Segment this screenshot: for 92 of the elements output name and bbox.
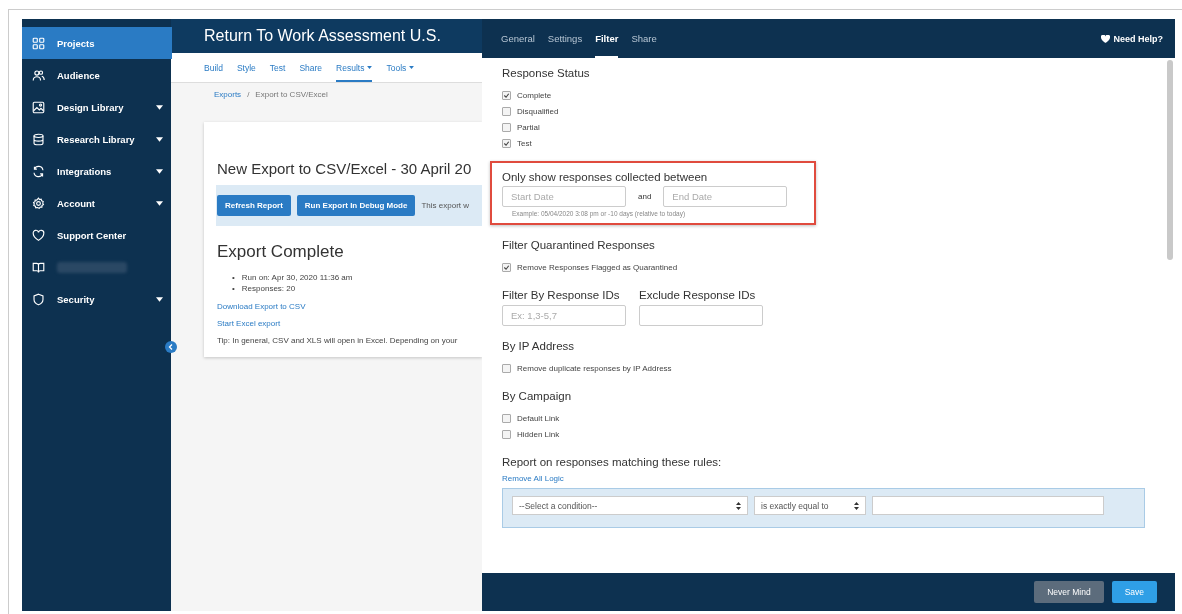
remove-logic-link[interactable]: Remove All Logic [502, 474, 1175, 483]
start-date-field[interactable]: Start Date [502, 186, 626, 207]
detail-item: Run on: Apr 30, 2020 11:36 am [241, 272, 353, 283]
section-heading: Filter Quarantined Responses [502, 239, 656, 251]
action-button[interactable]: Run Export In Debug Mode [296, 195, 416, 216]
shield-icon [32, 292, 45, 306]
checkbox[interactable] [502, 106, 511, 116]
operator-select[interactable]: is exactly equal to [754, 496, 866, 515]
status-heading: Export Complete [217, 242, 345, 262]
and-label: and [638, 192, 652, 201]
gear-icon [32, 196, 45, 210]
end-date-field[interactable]: End Date [663, 186, 788, 207]
checkbox-label: Disqualified [517, 106, 559, 116]
condition-select[interactable]: --Select a condition-- [512, 496, 748, 515]
checkbox[interactable] [502, 90, 511, 100]
sort-icon [736, 501, 741, 510]
sync-icon [32, 164, 45, 178]
panel-tab[interactable]: General [501, 19, 535, 58]
book-icon [32, 260, 45, 274]
id-field[interactable]: Ex: 1,3-5,7 [502, 305, 626, 326]
export-link[interactable]: Download Export to CSV [217, 302, 482, 311]
section-heading: Report on responses matching these rules: [502, 456, 723, 468]
export-title: New Export to CSV/Excel - 30 April 20 [217, 160, 473, 177]
nav-tab[interactable]: Share [299, 53, 323, 82]
image-icon [32, 100, 45, 114]
panel-tab[interactable]: Share [631, 19, 657, 58]
scrollbar[interactable] [1167, 60, 1173, 260]
tip-text: Tip: In general, CSV and XLS will open in Excel. Depending on your [217, 336, 459, 345]
blurred-label [57, 261, 127, 273]
checkbox[interactable] [502, 138, 511, 148]
action-button[interactable]: Refresh Report [217, 195, 291, 216]
sidebar-item[interactable]: Projects [22, 27, 172, 59]
sidebar-item[interactable]: Integrations [22, 155, 171, 187]
section-heading: By IP Address [502, 340, 576, 352]
caret-icon [156, 104, 163, 110]
nav-tab[interactable]: Test [269, 53, 286, 82]
caret-icon [156, 200, 163, 206]
help-link[interactable]: Need Help? [1101, 33, 1163, 44]
nav-tab[interactable]: Results [336, 53, 373, 82]
caret-icon [367, 66, 373, 69]
nav-tab[interactable]: Style [236, 53, 256, 82]
checkbox-label: Default Link [517, 413, 560, 423]
checkbox[interactable] [502, 413, 511, 423]
checkbox[interactable] [502, 363, 511, 373]
checkbox[interactable] [502, 429, 511, 439]
sidebar-item[interactable]: Security [22, 283, 171, 315]
detail-item: Responses: 20 [241, 283, 296, 294]
panel-tab[interactable]: Filter [595, 19, 619, 58]
nav-tab[interactable]: Build [204, 53, 223, 82]
cancel-button[interactable]: Never Mind [1034, 581, 1104, 603]
save-button[interactable]: Save [1111, 581, 1157, 603]
checkbox[interactable] [502, 262, 511, 272]
caret-icon [409, 66, 415, 69]
section-heading: Response Status [502, 67, 591, 79]
export-link[interactable]: Start Excel export [217, 319, 482, 328]
section-heading: Only show responses collected between [502, 171, 709, 183]
caret-icon [156, 136, 163, 142]
heart-icon [1101, 34, 1111, 43]
caret-icon [156, 296, 163, 302]
breadcrumb-text: Export to CSV/Excel [255, 90, 328, 101]
heart-icon [32, 228, 45, 242]
sidebar-item[interactable]: Support Center [22, 219, 171, 251]
collapse-icon[interactable] [165, 341, 177, 353]
checkbox-label: Test [517, 138, 532, 148]
checkbox-label: Remove Responses Flagged as Quarantined [517, 262, 678, 272]
sidebar-item[interactable]: Design Library [22, 91, 171, 123]
checkbox-label: Hidden Link [517, 429, 560, 439]
field-label: Filter By Response IDs [502, 289, 621, 301]
breadcrumb-link[interactable]: Exports [214, 90, 242, 104]
panel-tab[interactable]: Settings [547, 19, 583, 58]
grid-icon [32, 36, 45, 50]
breadcrumb-text: / [247, 90, 250, 101]
checkbox-label: Complete [517, 90, 552, 100]
sort-icon [854, 501, 859, 510]
bullet: • [232, 283, 235, 294]
database-icon [32, 132, 45, 146]
bullet: • [232, 272, 235, 283]
notice-text: This export w [421, 201, 470, 210]
section-heading: By Campaign [502, 390, 573, 402]
sidebar-item[interactable]: Account [22, 187, 171, 219]
sidebar-item[interactable]: Audience [22, 59, 171, 91]
people-icon [32, 68, 45, 82]
caret-icon [156, 168, 163, 174]
nav-tab[interactable]: Tools [386, 53, 415, 82]
checkbox-label: Partial [517, 122, 540, 132]
value-field[interactable] [872, 496, 1104, 515]
id-field[interactable] [639, 305, 763, 326]
project-title: Return To Work Assessment U.S. [171, 19, 482, 53]
sidebar-item[interactable]: Research Library [22, 123, 171, 155]
checkbox[interactable] [502, 122, 511, 132]
field-label: Exclude Response IDs [639, 289, 757, 301]
checkbox-label: Remove duplicate responses by IP Address [517, 363, 672, 373]
